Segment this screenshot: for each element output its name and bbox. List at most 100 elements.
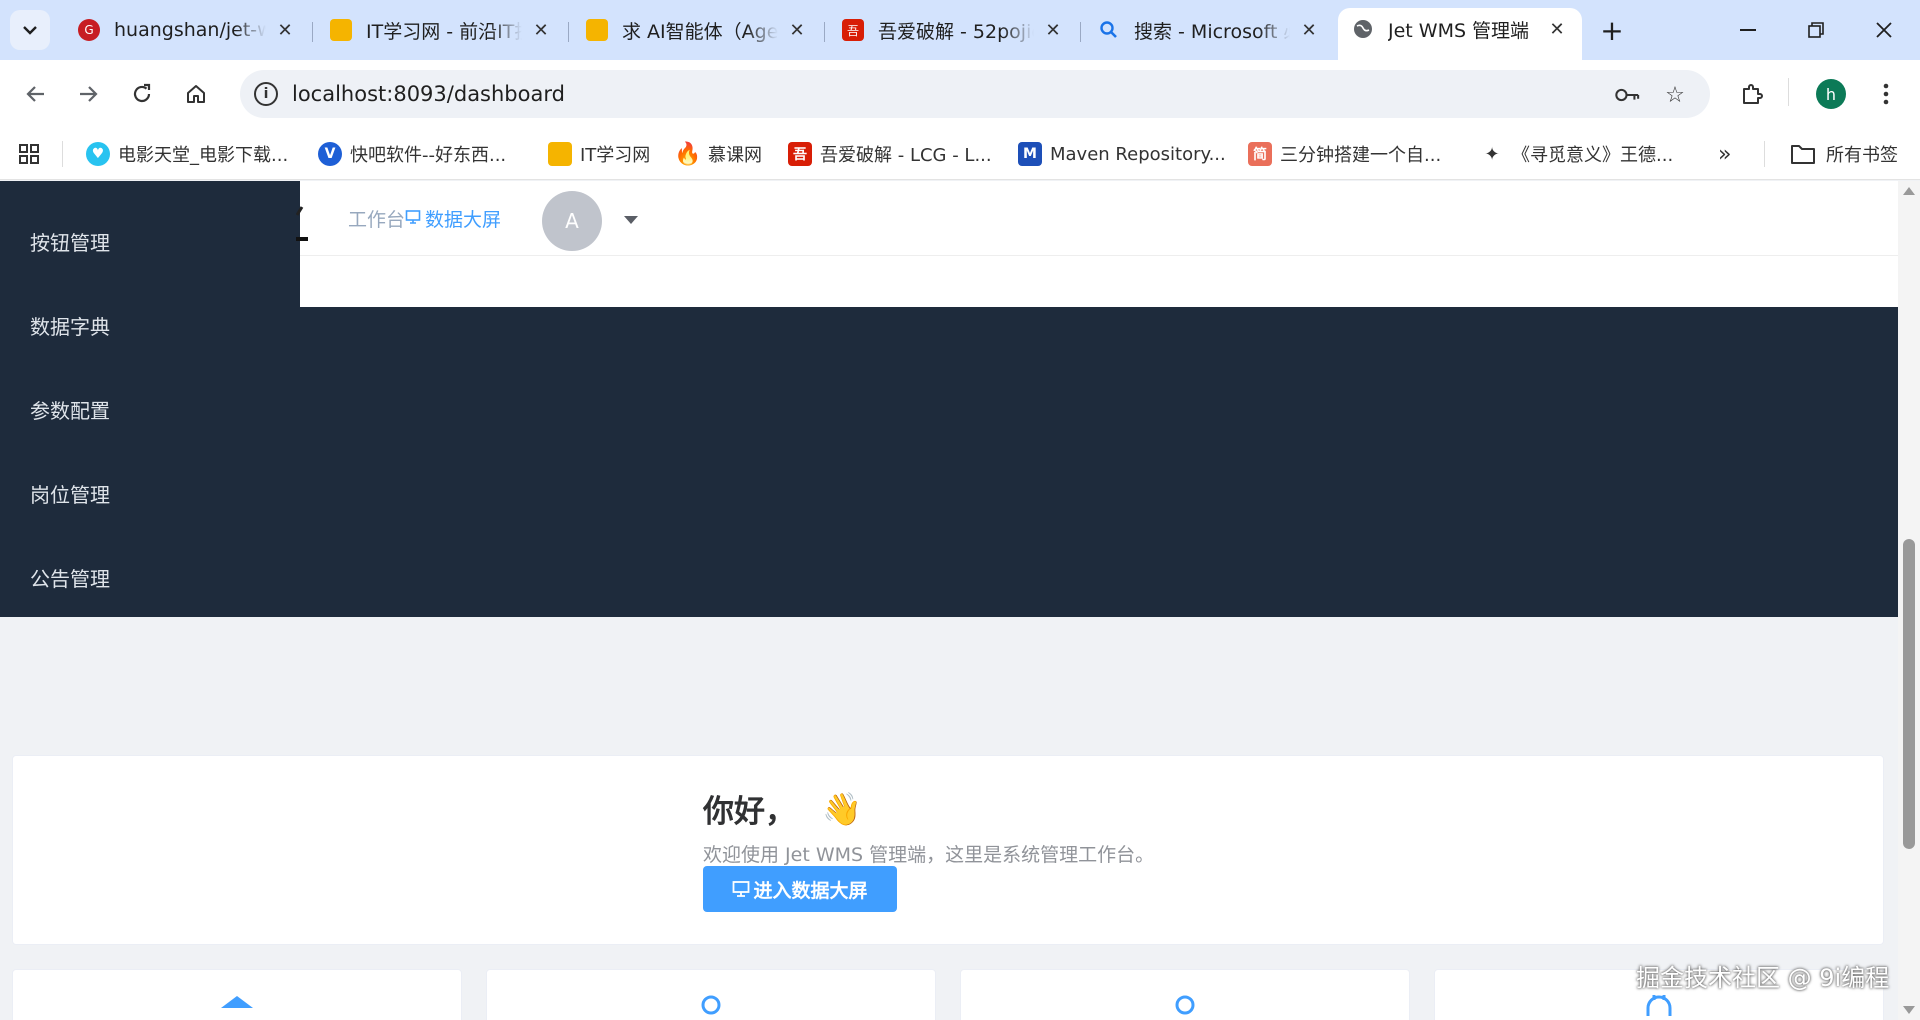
bookmark-item[interactable]: 简 三分钟搭建一个自... — [1248, 140, 1441, 168]
enter-dashboard-button[interactable]: 进入数据大屏 — [703, 866, 897, 912]
gear-icon — [1646, 995, 1672, 1016]
scroll-up-arrow-icon[interactable] — [1903, 187, 1915, 195]
breadcrumb-current[interactable]: 数据大屏 — [405, 205, 501, 232]
site-info-icon[interactable]: i — [254, 82, 278, 106]
new-tab-button[interactable]: + — [1592, 10, 1632, 50]
apps-button[interactable] — [18, 140, 40, 168]
gitee-icon: G — [78, 19, 100, 41]
navbar-spacer — [300, 256, 1898, 307]
browser-toolbar: i localhost:8093/dashboard ☆ h — [0, 60, 1920, 128]
bookmarks-divider — [1764, 141, 1765, 167]
browser-tab-5[interactable]: 搜索 - Microsoft 必应 ✕ — [1084, 10, 1334, 50]
password-key-icon[interactable] — [1614, 82, 1640, 108]
home-icon — [221, 996, 253, 1008]
caret-down-icon[interactable] — [624, 216, 638, 224]
flame-icon: 🔥 — [674, 141, 702, 167]
breadcrumb-home[interactable]: 工作台 — [348, 205, 405, 232]
tab-search-button[interactable] — [10, 10, 50, 50]
forward-button[interactable] — [68, 74, 108, 114]
bookmark-item[interactable]: 🔥 慕课网 — [674, 140, 762, 168]
bookmark-item[interactable]: IT学习网 — [548, 140, 650, 168]
tab-divider — [824, 22, 825, 42]
minimize-button[interactable] — [1720, 10, 1776, 50]
hamburger-collapse-icon[interactable] — [296, 195, 308, 245]
bookmark-item[interactable]: M Maven Repository... — [1018, 140, 1226, 168]
sidebar-item-button-management[interactable]: 按钮管理 — [30, 227, 110, 256]
greeting-title: 你好， 👋 — [703, 789, 862, 831]
close-icon — [1876, 22, 1892, 38]
sidebar-item-notices[interactable]: 公告管理 — [30, 563, 110, 592]
sidebar-item-dictionary[interactable]: 数据字典 — [30, 311, 110, 340]
tab-divider — [312, 22, 313, 42]
scrollbar-thumb[interactable] — [1903, 539, 1915, 849]
browser-tab-strip: G huangshan/jet-wms ✕ IT学习网 - 前沿IT技术 ✕ 求… — [0, 0, 1920, 60]
toolbar-divider — [1788, 78, 1789, 106]
extensions-button[interactable] — [1732, 74, 1772, 114]
close-tab-icon[interactable]: ✕ — [530, 19, 552, 41]
stat-card[interactable] — [486, 969, 936, 1020]
breadcrumb: 工作台 数据大屏 — [348, 205, 501, 232]
bookmark-item[interactable]: V 快吧软件--好东西... — [318, 140, 506, 168]
restore-icon — [1808, 22, 1824, 38]
monitor-icon — [733, 881, 750, 897]
home-button[interactable] — [176, 74, 216, 114]
m-icon: M — [1018, 142, 1042, 166]
sidebar-item-positions[interactable]: 岗位管理 — [30, 479, 110, 508]
heart-icon: ♥ — [86, 142, 110, 166]
scroll-down-arrow-icon[interactable] — [1903, 1006, 1915, 1014]
puzzle-icon — [1743, 84, 1763, 104]
user-icon — [701, 995, 721, 1015]
user-icon — [1175, 995, 1195, 1015]
more-bookmarks-button[interactable]: » — [1718, 140, 1731, 168]
reload-button[interactable] — [122, 74, 162, 114]
navbar — [300, 181, 1898, 256]
app-page: 工作台 数据大屏 A 按钮管理 数据字典 参数配置 岗位管理 公告管理 你好， … — [0, 181, 1898, 1020]
sidebar-item-parameters[interactable]: 参数配置 — [30, 395, 110, 424]
browser-tab-4[interactable]: 吾 吾爱破解 - 52pojie ✕ — [828, 10, 1078, 50]
apps-grid-icon — [19, 144, 39, 164]
welcome-description: 欢迎使用 Jet WMS 管理端，这里是系统管理工作台。 — [703, 844, 1155, 866]
close-tab-icon[interactable]: ✕ — [1298, 19, 1320, 41]
bookmark-item[interactable]: ✦ 《寻觅意义》王德... — [1480, 140, 1673, 168]
browser-tab-3[interactable]: 求 AI智能体（Agent） ✕ — [572, 10, 822, 50]
page-scrollbar[interactable] — [1898, 181, 1920, 1020]
watermark: 掘金技术社区 @ 9i编程 — [1636, 964, 1890, 992]
bookmark-item[interactable]: 吾 吾爱破解 - LCG - L... — [788, 140, 992, 168]
restore-button[interactable] — [1788, 10, 1844, 50]
jian-icon: 简 — [1248, 142, 1272, 166]
welcome-card: 你好， 👋 欢迎使用 Jet WMS 管理端，这里是系统管理工作台。 进入数据大… — [12, 755, 1884, 945]
chevron-down-icon — [23, 26, 37, 35]
address-bar[interactable]: i localhost:8093/dashboard ☆ — [240, 70, 1710, 118]
bookmark-item[interactable]: ♥ 电影天堂_电影下载... — [86, 140, 288, 168]
monitor-icon — [405, 209, 421, 229]
arrow-right-icon — [80, 86, 98, 102]
close-tab-icon[interactable]: ✕ — [786, 19, 808, 41]
browser-tab-active[interactable]: Jet WMS 管理端 ✕ — [1338, 8, 1582, 60]
all-bookmarks-button[interactable]: 所有书签 — [1790, 140, 1898, 168]
stat-card[interactable] — [12, 969, 462, 1020]
sidebar-menu — [0, 307, 1898, 617]
stat-card[interactable] — [960, 969, 1410, 1020]
globe-icon — [1352, 18, 1374, 40]
back-button[interactable] — [16, 74, 56, 114]
address-url[interactable]: localhost:8093/dashboard — [292, 82, 565, 106]
profile-avatar[interactable]: h — [1816, 79, 1846, 109]
browser-tab-2[interactable]: IT学习网 - 前沿IT技术 ✕ — [316, 10, 566, 50]
close-tab-icon[interactable]: ✕ — [1546, 18, 1568, 40]
user-avatar[interactable]: A — [542, 191, 602, 251]
folder-icon — [330, 19, 352, 41]
folder-icon — [1791, 145, 1815, 164]
browser-menu-button[interactable] — [1866, 74, 1906, 114]
bookmarks-divider — [62, 141, 63, 167]
52pojie-icon: 吾 — [842, 19, 864, 41]
close-tab-icon[interactable]: ✕ — [274, 19, 296, 41]
folder-icon — [586, 19, 608, 41]
52pojie-icon: 吾 — [788, 142, 812, 166]
bookmark-star-icon[interactable]: ☆ — [1662, 82, 1688, 108]
close-window-button[interactable] — [1856, 10, 1912, 50]
v-icon: V — [318, 142, 342, 166]
close-tab-icon[interactable]: ✕ — [1042, 19, 1064, 41]
tab-divider — [568, 22, 569, 42]
search-icon — [1098, 19, 1120, 41]
browser-tab-1[interactable]: G huangshan/jet-wms ✕ — [64, 10, 310, 50]
